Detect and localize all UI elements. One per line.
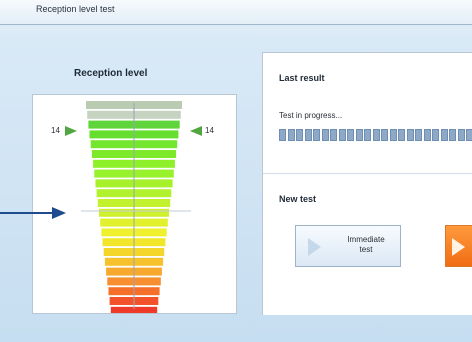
status-text: Test in progress... — [279, 111, 343, 120]
progress-segment — [338, 129, 346, 141]
left-level-value: 14 — [51, 126, 60, 135]
progress-segment — [296, 129, 303, 141]
progress-segment — [287, 129, 295, 141]
progress-segment — [415, 129, 422, 141]
play-icon — [452, 238, 465, 256]
progress-segment — [423, 129, 431, 141]
progress-segment — [372, 129, 380, 141]
progress-segment — [279, 129, 286, 141]
progress-segment — [389, 129, 397, 141]
left-level-arrow-icon — [65, 126, 77, 136]
progress-segment — [304, 129, 312, 141]
right-level-value: 14 — [205, 126, 214, 135]
pointer-arrow-icon — [0, 207, 66, 219]
progress-segment — [466, 129, 472, 141]
progress-segment — [330, 129, 337, 141]
new-test-title: New test — [279, 194, 317, 204]
immediate-test-button[interactable]: Immediate test — [295, 225, 401, 267]
window-titlebar: Reception level test — [0, 0, 472, 25]
scheduled-test-button[interactable] — [445, 225, 472, 267]
reception-panel: Reception level 14 14 — [10, 62, 252, 320]
progress-segment — [449, 129, 456, 141]
progress-segment — [398, 129, 405, 141]
section-divider — [263, 173, 472, 174]
progress-bar — [279, 129, 472, 141]
progress-segment — [355, 129, 363, 141]
reception-meter: 14 14 — [32, 94, 237, 314]
results-panel: Last result Test in progress... New test… — [262, 52, 472, 315]
progress-segment — [364, 129, 371, 141]
progress-segment — [381, 129, 388, 141]
progress-segment — [440, 129, 448, 141]
last-result-title: Last result — [279, 73, 325, 83]
window-title: Reception level test — [36, 4, 115, 14]
reception-test-window: Reception level test Reception level 14 … — [0, 0, 472, 342]
progress-segment — [313, 129, 320, 141]
progress-segment — [432, 129, 439, 141]
progress-segment — [321, 129, 329, 141]
progress-segment — [347, 129, 354, 141]
progress-segment — [406, 129, 414, 141]
progress-segment — [457, 129, 465, 141]
right-level-arrow-icon — [190, 126, 202, 136]
reception-level-title: Reception level — [74, 68, 148, 79]
play-icon — [308, 238, 321, 256]
immediate-test-label: Immediate test — [347, 235, 385, 254]
